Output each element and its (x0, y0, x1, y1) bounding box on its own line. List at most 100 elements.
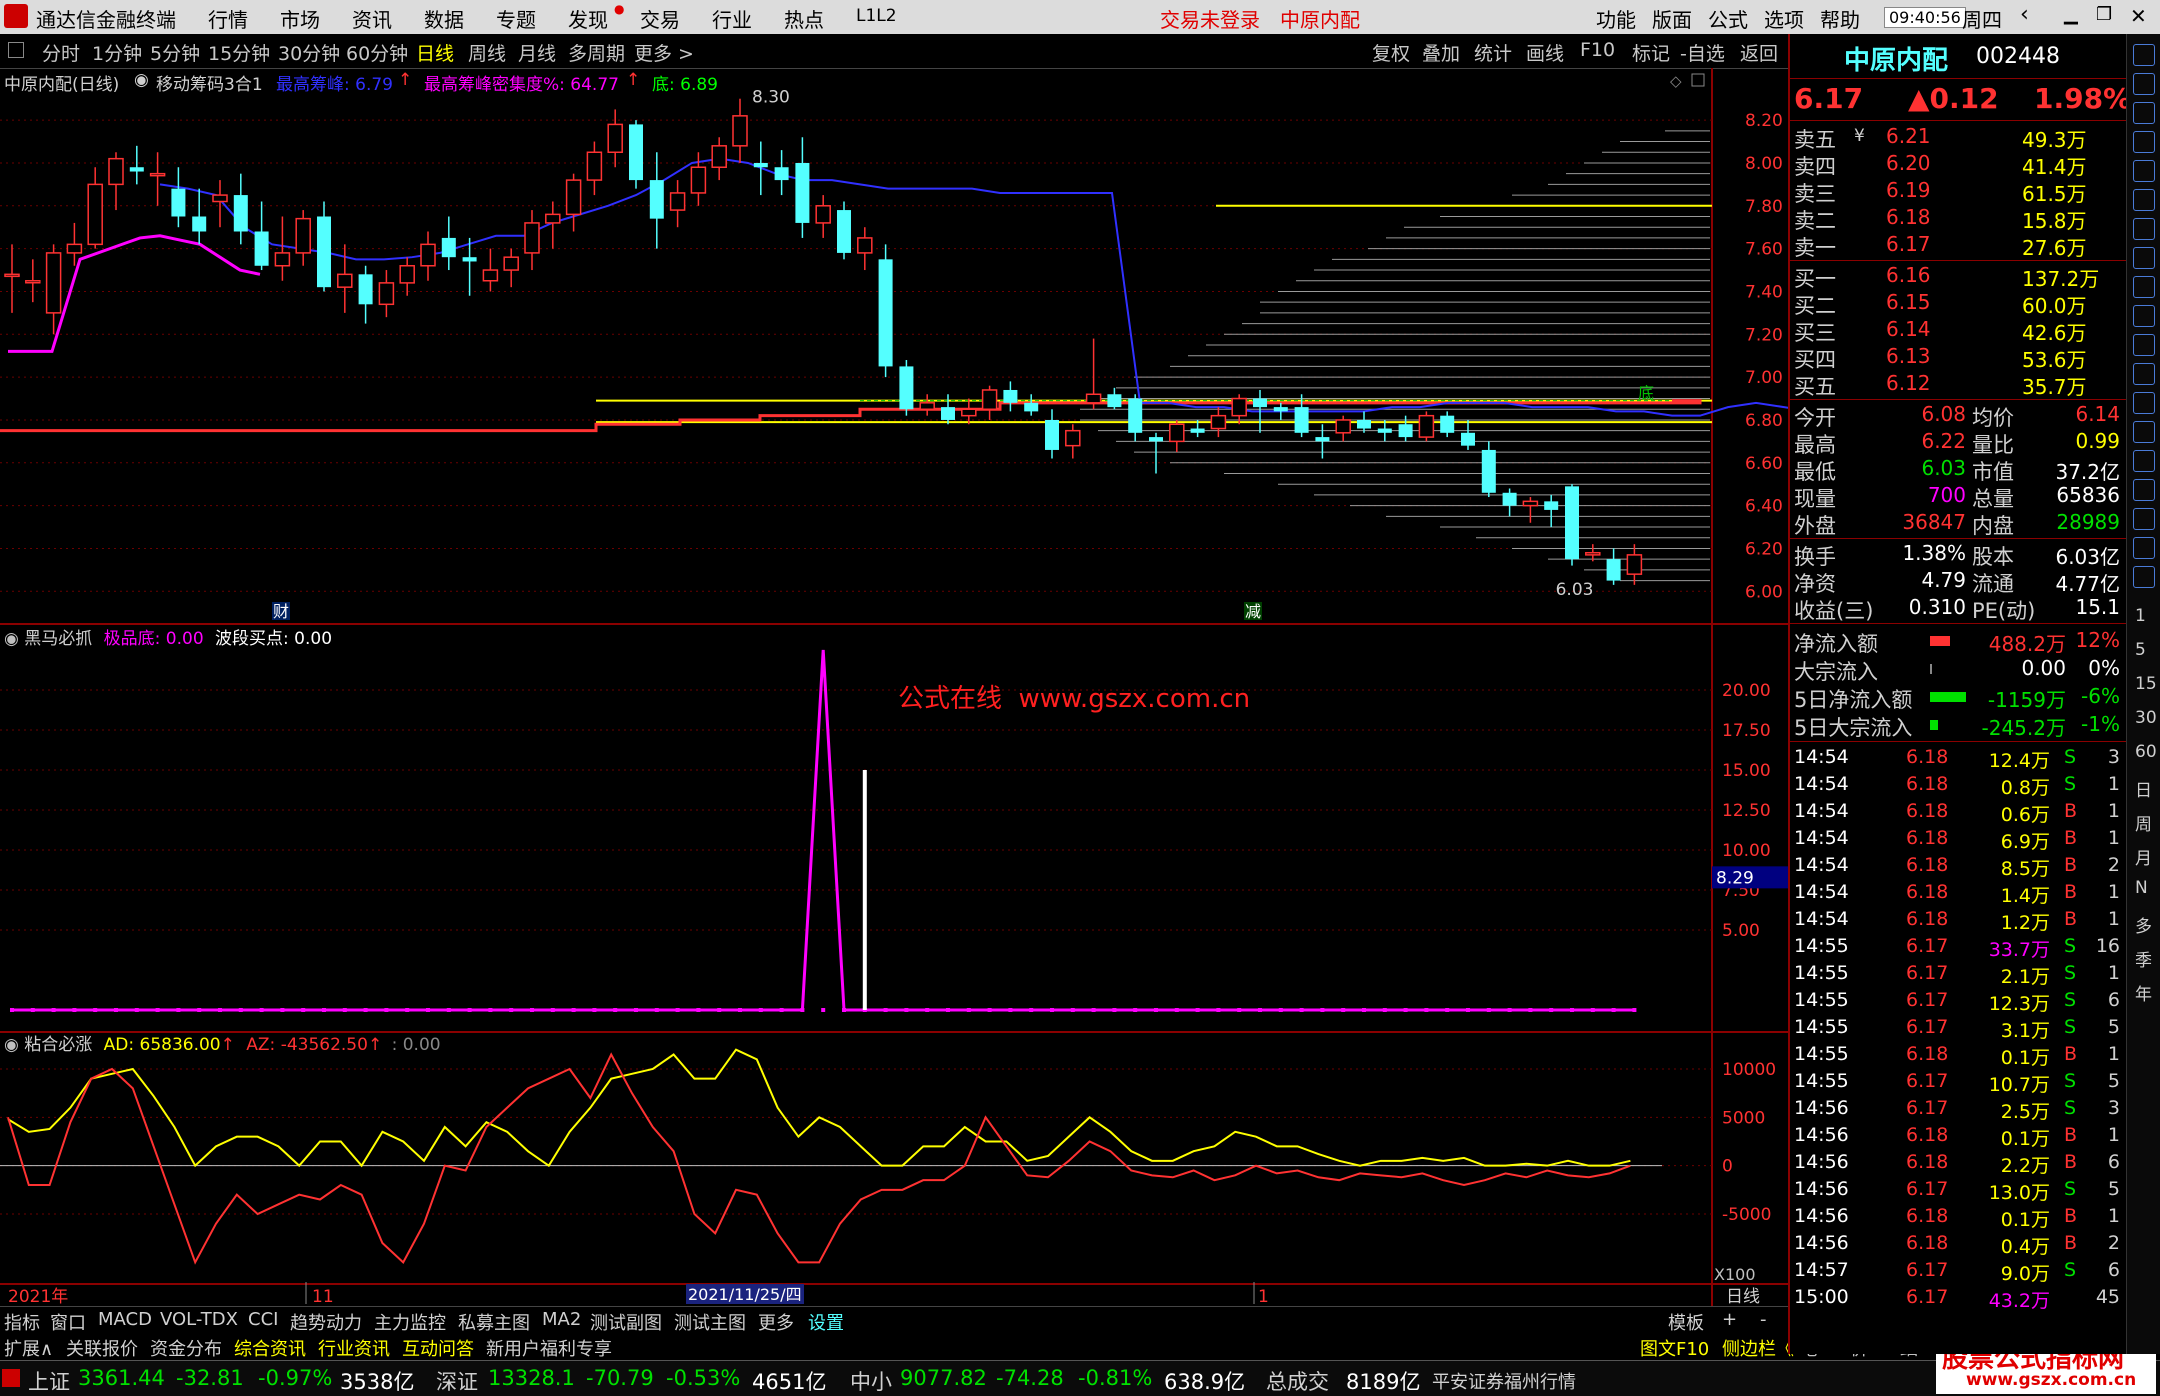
info-tab-zonghe[interactable]: 综合资讯 (234, 1335, 306, 1361)
menu-item-gongneng[interactable]: 功能 (1596, 4, 1636, 33)
tab-zhuli[interactable]: 主力监控 (374, 1309, 446, 1335)
pen-icon[interactable] (2133, 508, 2155, 530)
sidebar-period[interactable]: 5 (2135, 640, 2146, 660)
period-more[interactable]: 更多 > (634, 39, 694, 66)
sidebar-period[interactable]: 季 (2135, 946, 2152, 971)
tab-simu[interactable]: 私募主图 (458, 1309, 530, 1335)
sidebar-toggle[interactable]: 侧边栏《 (1722, 1335, 1794, 1361)
sz-label[interactable]: 深证 (436, 1366, 478, 1396)
sidebar-period[interactable]: 60 (2135, 742, 2157, 762)
zoom-out-button[interactable]: - (1760, 1309, 1767, 1330)
period-fenshi[interactable]: 分时 (42, 39, 80, 66)
tab-chuangkou[interactable]: 窗口 (50, 1309, 86, 1335)
tool-huaxian[interactable]: 画线 (1526, 39, 1564, 66)
period-60min[interactable]: 60分钟 (346, 39, 408, 66)
template-button[interactable]: 模板 (1668, 1309, 1704, 1335)
info-tab-hudong[interactable]: 互动问答 (402, 1335, 474, 1361)
sidebar-period[interactable]: 1 (2135, 606, 2146, 626)
back-arrow-icon[interactable]: ‹ (2020, 2, 2029, 27)
sidebar-period[interactable]: 周 (2135, 810, 2152, 835)
up-arrow-icon[interactable] (2133, 44, 2155, 66)
trade-status[interactable]: 交易未登录 (1160, 4, 1260, 33)
down-arrow-icon[interactable] (2133, 73, 2155, 95)
sub1-title[interactable]: 黑马必抓 (24, 629, 92, 649)
rsi-icon[interactable] (2133, 421, 2155, 443)
period-15min[interactable]: 15分钟 (208, 39, 270, 66)
sidebar-period[interactable]: 年 (2135, 980, 2152, 1005)
period-weekly[interactable]: 周线 (468, 39, 506, 66)
fund-icon[interactable] (2133, 334, 2155, 356)
menu-item-bangzhu[interactable]: 帮助 (1820, 4, 1860, 33)
tool-diejia[interactable]: 叠加 (1422, 39, 1460, 66)
menu-item-jiaoyi[interactable]: 交易 (640, 4, 680, 33)
close-icon[interactable]: ✕ (2130, 4, 2147, 28)
sidebar-period[interactable]: 月 (2135, 844, 2152, 869)
panel-toggle-icon[interactable] (8, 42, 24, 58)
info-tab-zijin[interactable]: 资金分布 (150, 1335, 222, 1361)
sub2-title[interactable]: 粘合必涨 (24, 1035, 92, 1055)
candle-icon[interactable] (2133, 189, 2155, 211)
menu-item-xuanxiang[interactable]: 选项 (1764, 4, 1804, 33)
period-5min[interactable]: 5分钟 (150, 39, 200, 66)
zoom-in-button[interactable]: + (1722, 1309, 1737, 1330)
info-tab-newuser[interactable]: 新用户福利专享 (486, 1335, 612, 1361)
chart-icon[interactable] (2133, 160, 2155, 182)
menu-item-redian[interactable]: 热点 (784, 4, 824, 33)
sh-label[interactable]: 上证 (28, 1366, 70, 1396)
menu-item-zhuanti[interactable]: 专题 (496, 4, 536, 33)
info-tab-guanlian[interactable]: 关联报价 (66, 1335, 138, 1361)
tab-ceshi-fu[interactable]: 测试副图 (590, 1309, 662, 1335)
tab-macd[interactable]: MACD (98, 1309, 152, 1330)
list-icon[interactable] (2133, 102, 2155, 124)
minimize-icon[interactable]: ▁ (2064, 4, 2078, 25)
period-multi[interactable]: 多周期 (568, 39, 625, 66)
tab-ma2[interactable]: MA2 (542, 1309, 581, 1330)
sidebar-period[interactable]: 日 (2135, 776, 2152, 801)
green-icon[interactable] (2133, 566, 2155, 588)
period-1min[interactable]: 1分钟 (92, 39, 142, 66)
sidebar-period[interactable]: N (2135, 878, 2148, 898)
table-icon[interactable] (2133, 218, 2155, 240)
menu-item-shuju[interactable]: 数据 (424, 4, 464, 33)
tab-vol-tdx[interactable]: VOL-TDX (160, 1309, 238, 1330)
fs-icon[interactable] (2133, 537, 2155, 559)
clock-icon[interactable] (2133, 363, 2155, 385)
macd-icon[interactable] (2133, 450, 2155, 472)
tab-ceshi-zhu[interactable]: 测试主图 (674, 1309, 746, 1335)
menu-item-shichang[interactable]: 市场 (280, 4, 320, 33)
info-tab-hangye[interactable]: 行业资讯 (318, 1335, 390, 1361)
expand-button[interactable]: 扩展∧ (4, 1335, 53, 1361)
doc-icon[interactable] (2133, 276, 2155, 298)
menu-item-zixun[interactable]: 资讯 (352, 4, 392, 33)
menu-item-faxian[interactable]: 发现 (568, 4, 608, 33)
menu-item-l1l2[interactable]: L1L2 (856, 6, 897, 26)
compare-icon[interactable] (2133, 305, 2155, 327)
chart-area[interactable]: 8.20 8.00 7.80 7.60 7.40 7.20 7.00 6.80 6.60 6.40… (0, 68, 1788, 1306)
tool-biaoji[interactable]: 标记 (1632, 39, 1670, 66)
period-30min[interactable]: 30分钟 (278, 39, 340, 66)
f10-icon[interactable] (2133, 247, 2155, 269)
sub2-settings-icon[interactable]: ◉ (4, 1035, 19, 1055)
restore-icon[interactable]: ❐ (2096, 4, 2112, 25)
grid-icon[interactable] (2133, 131, 2155, 153)
sidebar-period[interactable]: 多 (2135, 912, 2152, 937)
menu-item-gongshi[interactable]: 公式 (1708, 4, 1748, 33)
sub1-settings-icon[interactable]: ◉ (4, 629, 19, 649)
tab-qushi[interactable]: 趋势动力 (290, 1309, 362, 1335)
tab-cci[interactable]: CCI (248, 1309, 278, 1330)
tool-zixuan[interactable]: -自选 (1680, 39, 1725, 66)
tab-zhibiao[interactable]: 指标 (4, 1309, 40, 1335)
f10-button[interactable]: 图文F10 (1640, 1335, 1709, 1361)
tool-fuquan[interactable]: 复权 (1372, 39, 1410, 66)
tool-f10[interactable]: F10 (1580, 39, 1615, 61)
menu-item-hangqing[interactable]: 行情 (208, 4, 248, 33)
sidebar-period[interactable]: 15 (2135, 674, 2157, 694)
tab-more[interactable]: 更多 (758, 1309, 794, 1335)
period-monthly[interactable]: 月线 (518, 39, 556, 66)
tool-tongji[interactable]: 统计 (1474, 39, 1512, 66)
zx-label[interactable]: 中小 (850, 1366, 892, 1396)
menu-item-hangye[interactable]: 行业 (712, 4, 752, 33)
menu-item-banmian[interactable]: 版面 (1652, 4, 1692, 33)
tab-settings[interactable]: 设置 (808, 1309, 844, 1335)
period-daily-active[interactable]: 日线 (416, 39, 454, 66)
